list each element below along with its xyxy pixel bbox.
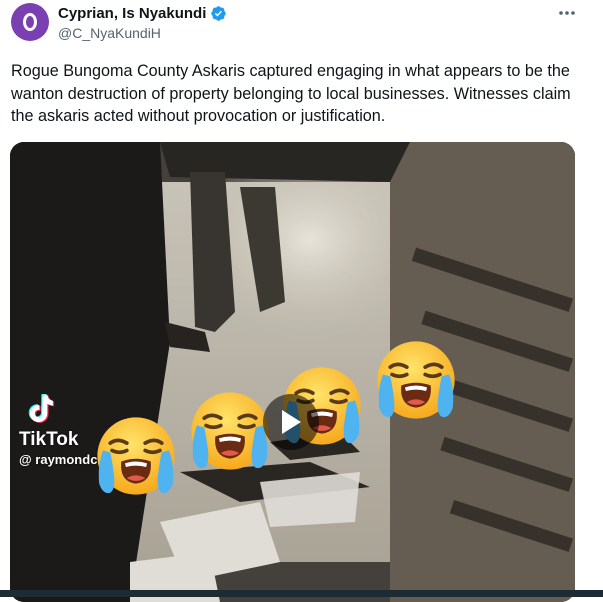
tiktok-logo-icon [28, 393, 55, 423]
crying-face-emoji-icon [95, 415, 177, 497]
author-name[interactable]: Cyprian, Is Nyakundi [58, 5, 206, 22]
avatar[interactable] [11, 3, 49, 41]
bottom-strip [0, 590, 603, 597]
author-row: Cyprian, Is Nyakundi [58, 5, 227, 22]
tiktok-watermark-brand: TikTok [19, 429, 79, 450]
play-icon [282, 410, 301, 434]
more-dots-icon[interactable] [555, 4, 579, 22]
author-handle[interactable]: @C_NyaKundiH [58, 25, 161, 41]
verified-badge-icon [211, 6, 227, 21]
tweet-card: Cyprian, Is Nyakundi @C_NyaKundiH Rogue … [0, 0, 603, 602]
crying-face-emoji-icon [375, 339, 457, 421]
play-button[interactable] [263, 394, 319, 450]
tweet-text: Rogue Bungoma County Askaris captured en… [11, 62, 571, 125]
crying-face-emoji-icon [189, 390, 271, 472]
video-player[interactable]: TikTok @ raymondchambo [10, 142, 575, 602]
